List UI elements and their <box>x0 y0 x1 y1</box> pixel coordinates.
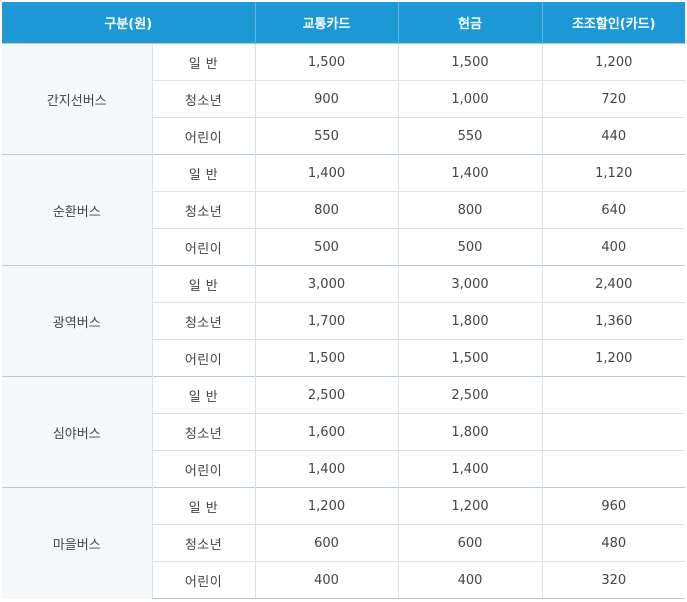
early-discount-fare-cell: 1,120 <box>541 154 686 192</box>
passenger-type-cell: 어린이 <box>151 450 256 488</box>
early-discount-fare-cell: 400 <box>541 228 686 266</box>
transit-card-fare-cell: 1,600 <box>254 413 399 451</box>
early-discount-fare-cell <box>541 413 686 451</box>
passenger-type-cell: 청소년 <box>151 191 256 229</box>
transit-card-fare-cell: 800 <box>254 191 399 229</box>
early-discount-fare-cell: 720 <box>541 80 686 118</box>
header-row: 구분(원) 교통카드 현금 조조할인(카드) <box>2 2 686 44</box>
bus-type-cell: 광역버스 <box>2 265 152 377</box>
table-row: 심야버스 일 반 2,500 2,500 <box>2 376 686 488</box>
cash-fare-cell: 1,500 <box>397 43 543 81</box>
bus-type-cell: 심야버스 <box>2 376 152 488</box>
transit-card-fare-cell: 2,500 <box>254 376 399 414</box>
transit-card-fare-cell: 1,400 <box>254 154 399 192</box>
passenger-type-cell: 일 반 <box>151 43 256 81</box>
header-transit-card: 교통카드 <box>254 2 399 44</box>
early-discount-fare-cell: 1,200 <box>541 43 686 81</box>
early-discount-fare-cell: 1,360 <box>541 302 686 340</box>
passenger-type-cell: 어린이 <box>151 228 256 266</box>
cash-fare-cell: 1,500 <box>397 339 543 377</box>
passenger-type-cell: 어린이 <box>151 117 256 155</box>
transit-card-fare-cell: 500 <box>254 228 399 266</box>
cash-fare-cell: 1,400 <box>397 154 543 192</box>
cash-fare-cell: 800 <box>397 191 543 229</box>
fare-table: 구분(원) 교통카드 현금 조조할인(카드) 간지선버스 일 반 1,500 1,50… <box>2 2 686 599</box>
passenger-type-cell: 청소년 <box>151 413 256 451</box>
early-discount-fare-cell: 2,400 <box>541 265 686 303</box>
early-discount-fare-cell: 440 <box>541 117 686 155</box>
cash-fare-cell: 1,000 <box>397 80 543 118</box>
transit-card-fare-cell: 900 <box>254 80 399 118</box>
early-discount-fare-cell: 320 <box>541 561 686 599</box>
transit-card-fare-cell: 600 <box>254 524 399 562</box>
table-row: 순환버스 일 반 1,400 1,400 1,120 <box>2 154 686 266</box>
cash-fare-cell: 2,500 <box>397 376 543 414</box>
passenger-type-cell: 일 반 <box>151 265 256 303</box>
table-row: 광역버스 일 반 3,000 3,000 2,400 <box>2 265 686 377</box>
transit-card-fare-cell: 1,200 <box>254 487 399 525</box>
table-row: 마을버스 일 반 1,200 1,200 960 <box>2 487 686 599</box>
passenger-type-cell: 어린이 <box>151 339 256 377</box>
bus-type-cell: 마을버스 <box>2 487 152 599</box>
transit-card-fare-cell: 3,000 <box>254 265 399 303</box>
transit-card-fare-cell: 1,500 <box>254 339 399 377</box>
passenger-type-cell: 일 반 <box>151 376 256 414</box>
early-discount-fare-cell: 1,200 <box>541 339 686 377</box>
cash-fare-cell: 3,000 <box>397 265 543 303</box>
transit-card-fare-cell: 400 <box>254 561 399 599</box>
passenger-type-cell: 청소년 <box>151 80 256 118</box>
header-cash: 현금 <box>397 2 543 44</box>
passenger-type-cell: 일 반 <box>151 487 256 525</box>
passenger-type-cell: 청소년 <box>151 302 256 340</box>
header-early-discount: 조조할인(카드) <box>541 2 686 44</box>
passenger-type-cell: 어린이 <box>151 561 256 599</box>
transit-card-fare-cell: 1,400 <box>254 450 399 488</box>
header-category: 구분(원) <box>2 2 256 44</box>
passenger-type-cell: 일 반 <box>151 154 256 192</box>
fare-table-body: 간지선버스 일 반 1,500 1,500 1,200 청소년 900 1,000 720 어린이… <box>2 43 686 599</box>
early-discount-fare-cell: 640 <box>541 191 686 229</box>
early-discount-fare-cell: 480 <box>541 524 686 562</box>
early-discount-fare-cell: 960 <box>541 487 686 525</box>
cash-fare-cell: 1,800 <box>397 413 543 451</box>
table-row: 간지선버스 일 반 1,500 1,500 1,200 <box>2 43 686 155</box>
cash-fare-cell: 500 <box>397 228 543 266</box>
transit-card-fare-cell: 1,500 <box>254 43 399 81</box>
cash-fare-cell: 1,400 <box>397 450 543 488</box>
bus-type-cell: 순환버스 <box>2 154 152 266</box>
transit-card-fare-cell: 550 <box>254 117 399 155</box>
early-discount-fare-cell <box>541 376 686 414</box>
cash-fare-cell: 600 <box>397 524 543 562</box>
passenger-type-cell: 청소년 <box>151 524 256 562</box>
fare-table-header: 구분(원) 교통카드 현금 조조할인(카드) <box>2 2 686 44</box>
cash-fare-cell: 550 <box>397 117 543 155</box>
early-discount-fare-cell <box>541 450 686 488</box>
cash-fare-cell: 1,800 <box>397 302 543 340</box>
cash-fare-cell: 400 <box>397 561 543 599</box>
bus-type-cell: 간지선버스 <box>2 43 152 155</box>
cash-fare-cell: 1,200 <box>397 487 543 525</box>
transit-card-fare-cell: 1,700 <box>254 302 399 340</box>
